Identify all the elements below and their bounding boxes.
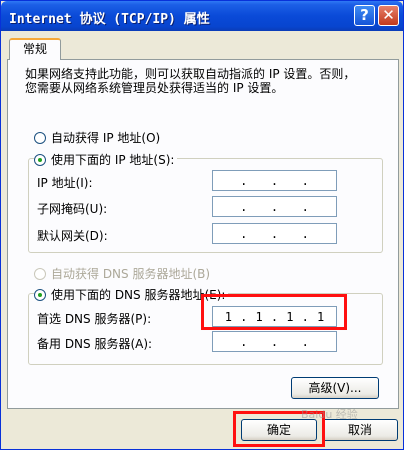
radio-auto-ip[interactable]: 自动获得 IP 地址(O) bbox=[34, 129, 160, 146]
octet: 1 bbox=[316, 309, 325, 324]
octet: 1 bbox=[224, 309, 232, 324]
description-line-1: 如果网络支持此功能，则可以获取自动指派的 IP 设置。否则， bbox=[25, 67, 356, 81]
radio-manual-dns-circle[interactable] bbox=[34, 288, 46, 301]
subnet-mask-input[interactable]: . . . bbox=[212, 196, 337, 217]
cancel-button[interactable]: 取消 bbox=[322, 419, 398, 441]
alternate-dns-input[interactable]: . . . bbox=[212, 331, 337, 352]
radio-manual-ip-label: 使用下面的 IP 地址(S): bbox=[51, 153, 175, 167]
radio-manual-dns[interactable]: 使用下面的 DNS 服务器地址(E): bbox=[34, 286, 229, 303]
radio-auto-ip-label: 自动获得 IP 地址(O) bbox=[51, 131, 161, 145]
help-button[interactable]: ? bbox=[354, 5, 375, 26]
description-line-2: 您需要从网络系统管理员处获得适当的 IP 设置。 bbox=[25, 81, 284, 95]
ip-address-label: IP 地址(I): bbox=[37, 176, 93, 190]
radio-manual-dns-label: 使用下面的 DNS 服务器地址(E): bbox=[51, 288, 226, 302]
advanced-button[interactable]: 高级(V)... bbox=[291, 377, 379, 399]
tab-general[interactable]: 常规 bbox=[9, 38, 61, 60]
default-gateway-input[interactable]: . . . bbox=[212, 223, 337, 244]
subnet-mask-label: 子网掩码(U): bbox=[37, 202, 108, 216]
window-title: Internet 协议 (TCP/IP) 属性 bbox=[9, 12, 210, 27]
title-bar[interactable]: Internet 协议 (TCP/IP) 属性 ? ✕ bbox=[1, 1, 403, 31]
dialog-window: Internet 协议 (TCP/IP) 属性 ? ✕ 常规 如果网络支持此功能… bbox=[0, 0, 404, 450]
watermark: Baidu 经验 bbox=[301, 408, 358, 421]
radio-auto-dns[interactable]: 自动获得 DNS 服务器地址(B) bbox=[34, 265, 210, 282]
radio-auto-dns-circle[interactable] bbox=[34, 267, 46, 280]
description-text: 如果网络支持此功能，则可以获取自动指派的 IP 设置。否则， 您需要从网络系统管… bbox=[25, 67, 385, 95]
preferred-dns-label: 首选 DNS 服务器(P): bbox=[37, 312, 152, 326]
dns-group-box bbox=[28, 293, 383, 365]
octet: 1 bbox=[286, 309, 294, 324]
radio-auto-ip-circle[interactable] bbox=[34, 131, 46, 144]
radio-manual-ip[interactable]: 使用下面的 IP 地址(S): bbox=[34, 151, 178, 168]
ok-button[interactable]: 确定 bbox=[241, 419, 317, 441]
ip-address-input[interactable]: . . . bbox=[212, 170, 337, 191]
close-button[interactable]: ✕ bbox=[378, 5, 399, 26]
default-gateway-label: 默认网关(D): bbox=[37, 229, 108, 243]
radio-auto-dns-label: 自动获得 DNS 服务器地址(B) bbox=[51, 267, 211, 281]
preferred-dns-input[interactable]: 1. 1. 1. 1 bbox=[212, 306, 337, 327]
octet: 1 bbox=[255, 309, 263, 324]
radio-manual-ip-circle[interactable] bbox=[34, 153, 46, 166]
alternate-dns-label: 备用 DNS 服务器(A): bbox=[37, 337, 153, 351]
